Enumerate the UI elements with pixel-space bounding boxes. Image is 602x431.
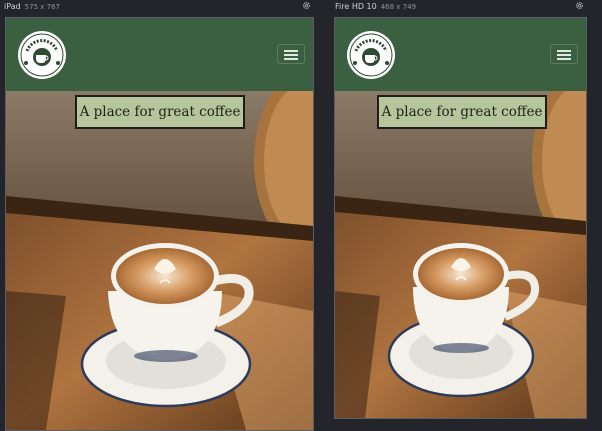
settings-gear-icon[interactable] xyxy=(575,1,584,10)
coffee-hero-image xyxy=(335,73,586,418)
hamburger-menu-icon xyxy=(284,50,298,52)
hamburger-menu-icon xyxy=(557,50,571,52)
device-size: 468 x 749 xyxy=(380,3,417,11)
coffee-hero-image xyxy=(6,71,313,430)
hero-section: A place for great coffee xyxy=(6,71,313,430)
device-frame-ipad: A place for great coffee xyxy=(5,17,314,431)
hero-section: A place for great coffee xyxy=(335,73,586,418)
cafe-logo[interactable] xyxy=(18,31,66,79)
settings-gear-icon[interactable] xyxy=(302,1,311,10)
coffee-cup-logo-icon xyxy=(349,33,393,77)
cafe-logo[interactable] xyxy=(347,31,395,79)
device-label-ipad: iPad 575 x 767 xyxy=(4,2,60,11)
device-size: 575 x 767 xyxy=(24,3,60,11)
device-frame-fire-hd: A place for great coffee xyxy=(334,17,587,419)
hamburger-menu-button[interactable] xyxy=(277,44,305,64)
device-name: iPad xyxy=(4,2,21,11)
navbar xyxy=(6,18,313,91)
coffee-cup-logo-icon xyxy=(20,33,64,77)
device-label-fire-hd: Fire HD 10 468 x 749 xyxy=(335,2,416,11)
device-name: Fire HD 10 xyxy=(335,2,377,11)
navbar xyxy=(335,18,586,91)
hero-heading: A place for great coffee xyxy=(75,95,245,129)
hamburger-menu-button[interactable] xyxy=(550,44,578,64)
hero-heading: A place for great coffee xyxy=(377,95,547,129)
